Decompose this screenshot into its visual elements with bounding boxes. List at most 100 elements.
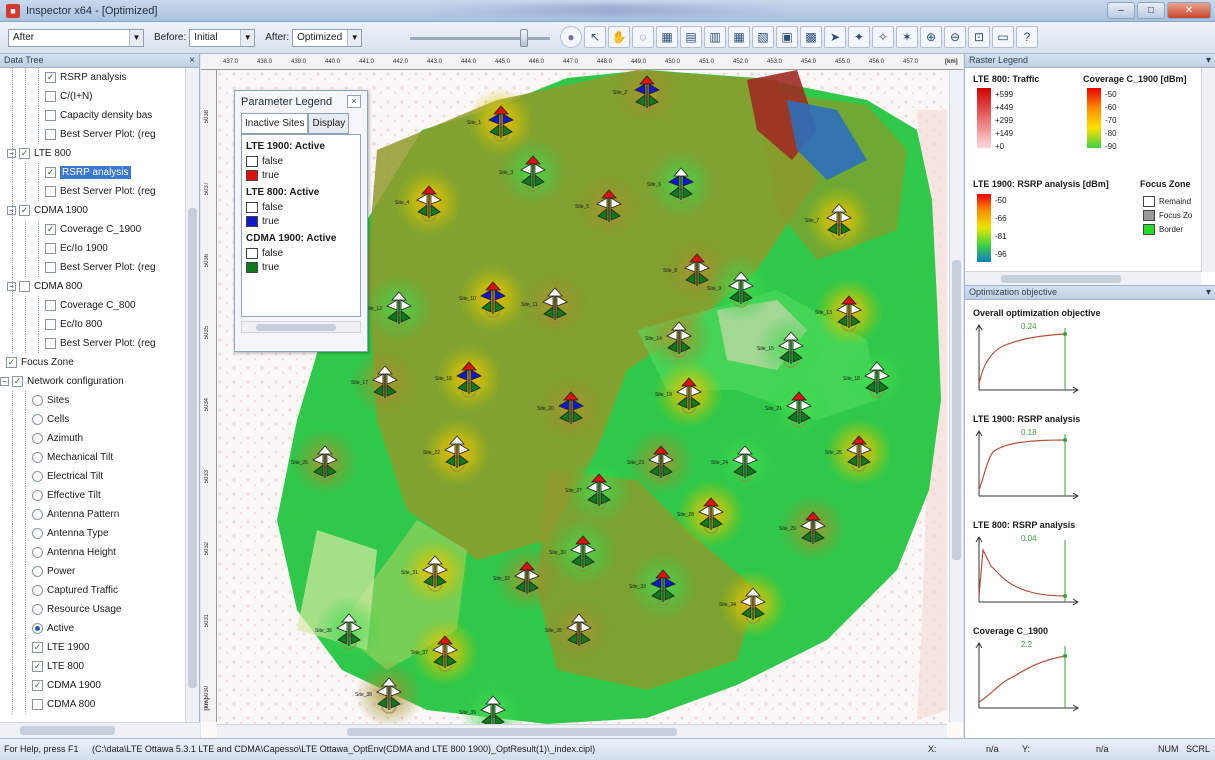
report-icon[interactable]: ▭: [992, 26, 1014, 48]
tree-check-item[interactable]: ✓ RSRP analysis: [0, 68, 186, 87]
tree-radio-item[interactable]: Effective Tilt: [0, 486, 186, 505]
chart-icon[interactable]: ▩: [800, 26, 822, 48]
checkbox[interactable]: ✓: [19, 205, 30, 216]
tree-check-item[interactable]: ✓ Coverage C_1900: [0, 220, 186, 239]
layer-icon[interactable]: ▤: [680, 26, 702, 48]
checkbox[interactable]: [45, 319, 56, 330]
tree-radio-item[interactable]: Electrical Tilt: [0, 467, 186, 486]
tree-radio-item[interactable]: Power: [0, 562, 186, 581]
tree-check-item[interactable]: Best Server Plot: (reg: [0, 334, 186, 353]
tree-check-item[interactable]: ✓ CDMA 1900: [0, 676, 186, 695]
radio-button[interactable]: [32, 433, 43, 444]
map-hscroll[interactable]: [217, 724, 947, 738]
radio-button[interactable]: [32, 547, 43, 558]
chevron-down-icon[interactable]: ▼: [240, 29, 255, 46]
checkbox[interactable]: [45, 262, 56, 273]
site-del-icon[interactable]: ✶: [896, 26, 918, 48]
tree-radio-item[interactable]: Captured Traffic: [0, 581, 186, 600]
checkbox[interactable]: [45, 300, 56, 311]
zoom-out-icon[interactable]: ⊖: [944, 26, 966, 48]
map-vscroll[interactable]: [949, 70, 963, 722]
scroll-thumb[interactable]: [256, 324, 336, 331]
tree-check-item[interactable]: − ✓ Network configuration: [0, 372, 186, 391]
pin-icon[interactable]: ▾: [1206, 54, 1211, 67]
radio-button[interactable]: [32, 490, 43, 501]
tree-check-item[interactable]: Capacity density bas: [0, 106, 186, 125]
compare-slider-track[interactable]: [410, 37, 550, 40]
radio-button[interactable]: [32, 414, 43, 425]
tree-check-item[interactable]: Best Server Plot: (reg: [0, 182, 186, 201]
checkbox[interactable]: [45, 338, 56, 349]
radio-button[interactable]: [32, 395, 43, 406]
scroll-thumb[interactable]: [1001, 275, 1121, 283]
raster-legend-hscroll[interactable]: [965, 271, 1201, 285]
tree-radio-item[interactable]: Antenna Height: [0, 543, 186, 562]
site-move-icon[interactable]: ✧: [872, 26, 894, 48]
tree-check-item[interactable]: Ec/Io 1900: [0, 239, 186, 258]
tab-inactive-sites[interactable]: Inactive Sites: [241, 113, 309, 134]
table-icon[interactable]: ▦: [728, 26, 750, 48]
scroll-thumb[interactable]: [347, 728, 677, 736]
refresh-icon[interactable]: ●: [560, 26, 582, 48]
tree-check-item[interactable]: − ✓ LTE 800: [0, 144, 186, 163]
scroll-thumb[interactable]: [188, 208, 197, 688]
close-button[interactable]: ✕: [1167, 2, 1211, 19]
table2-icon[interactable]: ▧: [752, 26, 774, 48]
raster-legend-vscroll[interactable]: [1201, 68, 1215, 272]
checkbox[interactable]: [45, 110, 56, 121]
tree-check-item[interactable]: Ec/Io 800: [0, 315, 186, 334]
tree-radio-item[interactable]: Mechanical Tilt: [0, 448, 186, 467]
chevron-down-icon[interactable]: ▼: [347, 29, 362, 46]
select-icon[interactable]: ↖: [584, 26, 606, 48]
tree-radio-item[interactable]: Antenna Pattern: [0, 505, 186, 524]
radio-button[interactable]: [32, 585, 43, 596]
tree-radio-item[interactable]: Azimuth: [0, 429, 186, 448]
checkbox[interactable]: [32, 699, 43, 710]
tree-radio-item[interactable]: Antenna Type: [0, 524, 186, 543]
minimize-button[interactable]: –: [1107, 2, 1135, 19]
radio-button[interactable]: [32, 623, 43, 634]
checkbox[interactable]: ✓: [32, 661, 43, 672]
tree-check-item[interactable]: CDMA 800: [0, 695, 186, 714]
tree-check-item[interactable]: C/(I+N): [0, 87, 186, 106]
checkbox[interactable]: [19, 281, 30, 292]
pan-icon[interactable]: ✋: [608, 26, 630, 48]
compare-slider-thumb[interactable]: [520, 29, 528, 47]
checkbox[interactable]: ✓: [32, 680, 43, 691]
checkbox[interactable]: [45, 243, 56, 254]
checkbox[interactable]: ✓: [6, 357, 17, 368]
checkbox[interactable]: ✓: [45, 224, 56, 235]
radio-button[interactable]: [32, 471, 43, 482]
pointer-icon[interactable]: ➤: [824, 26, 846, 48]
checkbox[interactable]: [45, 186, 56, 197]
tree-check-item[interactable]: ✓ RSRP analysis: [0, 163, 186, 182]
scroll-thumb[interactable]: [20, 726, 115, 735]
grid-icon[interactable]: ▦: [656, 26, 678, 48]
checkbox[interactable]: [45, 129, 56, 140]
map-icon[interactable]: ▣: [776, 26, 798, 48]
tree-check-item[interactable]: ✓ LTE 1900: [0, 638, 186, 657]
checkbox[interactable]: ✓: [12, 376, 23, 387]
zoom-in-icon[interactable]: ⊕: [920, 26, 942, 48]
checkbox[interactable]: ✓: [19, 148, 30, 159]
parameter-legend-titlebar[interactable]: Parameter Legend ×: [235, 91, 367, 113]
view-mode-combo[interactable]: After ▼: [8, 28, 144, 47]
scroll-thumb[interactable]: [952, 260, 961, 560]
parameter-legend-hscroll[interactable]: [241, 321, 361, 333]
site-add-icon[interactable]: ✦: [848, 26, 870, 48]
tree-radio-item[interactable]: Sites: [0, 391, 186, 410]
checkbox[interactable]: ✓: [45, 72, 56, 83]
zoom-fit-icon[interactable]: ⊡: [968, 26, 990, 48]
after-combo[interactable]: Optimized ▼: [292, 28, 363, 47]
checkbox[interactable]: ✓: [45, 167, 56, 178]
data-tree-hscroll[interactable]: [0, 722, 200, 738]
radio-button[interactable]: [32, 528, 43, 539]
pin-icon[interactable]: ▾: [1206, 286, 1211, 299]
data-tree-vscroll[interactable]: [185, 68, 199, 722]
checkbox[interactable]: ✓: [32, 642, 43, 653]
tree-radio-item[interactable]: Cells: [0, 410, 186, 429]
close-icon[interactable]: ×: [189, 54, 195, 67]
tree-check-item[interactable]: ✓ Focus Zone: [0, 353, 186, 372]
tree-check-item[interactable]: − CDMA 800: [0, 277, 186, 296]
tree-radio-item[interactable]: Active: [0, 619, 186, 638]
